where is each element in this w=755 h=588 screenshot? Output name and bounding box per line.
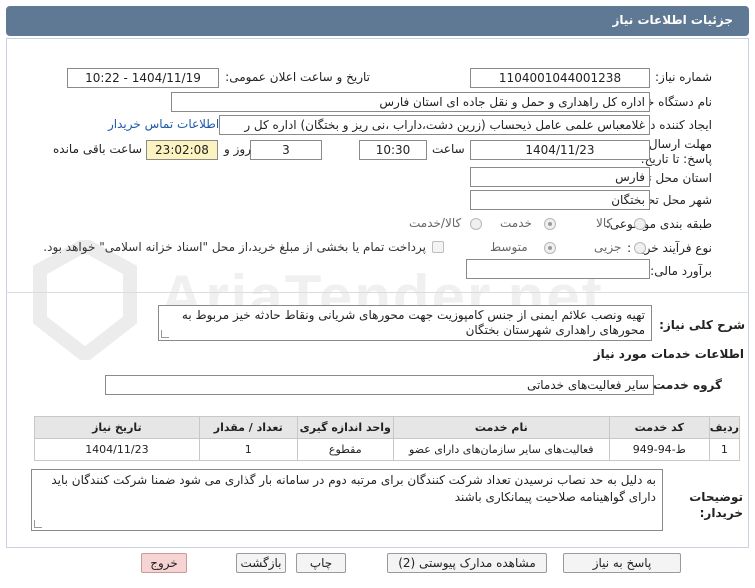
process-option-medium: متوسط bbox=[490, 240, 528, 254]
process-radio-minor[interactable] bbox=[634, 242, 646, 254]
announce-date-field: 1404/11/19 - 10:22 bbox=[67, 68, 219, 88]
announce-date-label: تاریخ و ساعت اعلان عمومی: bbox=[225, 70, 370, 84]
col-date: تاریخ نیاز bbox=[34, 416, 200, 439]
services-table: ردیف کد خدمت نام خدمت واحد اندازه گیری ت… bbox=[34, 416, 741, 461]
cell-unit: مقطوع bbox=[296, 438, 394, 461]
buyer-notes-label: توضیحات خریدار: bbox=[689, 490, 743, 520]
buyer-contact-link[interactable]: اطلاعات تماس خریدار bbox=[108, 117, 219, 131]
description-textarea: تهیه ونصب علائم ایمنی از جنس کامپوزیت جه… bbox=[158, 305, 652, 341]
col-code: کد خدمت bbox=[608, 416, 710, 439]
page-header: جزئیات اطلاعات نیاز bbox=[6, 6, 749, 36]
cell-name: فعالیت‌های سایر سازمان‌های دارای عضو bbox=[392, 438, 610, 461]
cell-row: 1 bbox=[708, 438, 741, 461]
col-name: نام خدمت bbox=[392, 416, 610, 439]
category-option-goods-service: کالا/خدمت bbox=[409, 216, 462, 230]
need-number-label: شماره نیاز: bbox=[655, 70, 712, 84]
print-button[interactable]: چاپ bbox=[296, 553, 346, 573]
description-text: تهیه ونصب علائم ایمنی از جنس کامپوزیت جه… bbox=[181, 308, 645, 337]
estimate-field[interactable] bbox=[466, 259, 650, 279]
cell-qty: 1 bbox=[198, 438, 298, 461]
days-field: 3 bbox=[250, 140, 322, 160]
service-group-label: گروه خدمت: bbox=[648, 378, 722, 392]
process-radio-medium[interactable] bbox=[544, 242, 556, 254]
remaining-time-field: 23:02:08 bbox=[146, 140, 218, 160]
category-option-goods: کالا bbox=[596, 216, 613, 230]
buyer-org-field: اداره کل راهداری و حمل و نقل جاده ای است… bbox=[171, 92, 650, 112]
need-number-field: 1104001044001238 bbox=[470, 68, 650, 88]
treasury-payment-note: پرداخت تمام یا بخشی از مبلغ خرید،از محل … bbox=[43, 240, 426, 254]
resize-handle[interactable] bbox=[34, 520, 42, 528]
province-field: فارس bbox=[470, 167, 650, 187]
buyer-notes-textarea: به دلیل به حد نصاب نرسیدن تعداد شرکت کنن… bbox=[31, 469, 663, 531]
attachments-button[interactable]: مشاهده مدارک پیوستی (2) bbox=[387, 553, 547, 573]
city-field: بختگان bbox=[470, 190, 650, 210]
deadline-date-field: 1404/11/23 bbox=[470, 140, 650, 160]
category-radio-goods-service[interactable] bbox=[470, 218, 482, 230]
resize-handle[interactable] bbox=[161, 330, 169, 338]
category-option-service: خدمت bbox=[500, 216, 532, 230]
category-label: طبقه بندی موضوعی: bbox=[605, 217, 712, 231]
category-radio-service[interactable] bbox=[544, 218, 556, 230]
services-section-title: اطلاعات خدمات مورد نیاز bbox=[593, 347, 744, 361]
cell-date: 1404/11/23 bbox=[34, 438, 200, 461]
page-title: جزئیات اطلاعات نیاز bbox=[612, 13, 733, 27]
reply-button[interactable]: پاسخ به نیاز bbox=[563, 553, 681, 573]
buyer-notes-text: به دلیل به حد نصاب نرسیدن تعداد شرکت کنن… bbox=[51, 473, 656, 504]
estimate-label: برآورد مالی: bbox=[650, 264, 712, 278]
category-radio-goods[interactable] bbox=[634, 218, 646, 230]
deadline-label: مهلت ارسال پاسخ: تا تاریخ: bbox=[640, 137, 712, 166]
service-group-field: سایر فعالیت‌های خدماتی bbox=[105, 375, 654, 395]
col-row: ردیف bbox=[708, 416, 741, 439]
table-row: 1 ط-94-949 فعالیت‌های سایر سازمان‌های دا… bbox=[34, 438, 741, 461]
table-header-row: ردیف کد خدمت نام خدمت واحد اندازه گیری ت… bbox=[34, 416, 741, 439]
divider bbox=[6, 292, 749, 293]
creator-field: غلامعباس علمی عامل ذیحساب (زرین دشت،دارا… bbox=[219, 115, 650, 135]
deadline-time-label: ساعت bbox=[432, 142, 465, 156]
exit-button[interactable]: خروج bbox=[141, 553, 187, 573]
treasury-payment-checkbox[interactable] bbox=[432, 241, 444, 253]
cell-code: ط-94-949 bbox=[608, 438, 710, 461]
description-label: شرح کلی نیاز: bbox=[659, 318, 745, 332]
col-qty: تعداد / مقدار bbox=[198, 416, 298, 439]
deadline-time-field: 10:30 bbox=[359, 140, 427, 160]
back-button[interactable]: بازگشت bbox=[236, 553, 286, 573]
process-option-minor: جزیی bbox=[594, 240, 622, 254]
days-label: روز و bbox=[224, 142, 251, 156]
col-unit: واحد اندازه گیری bbox=[296, 416, 394, 439]
remaining-time-label: ساعت باقی مانده bbox=[53, 142, 143, 156]
